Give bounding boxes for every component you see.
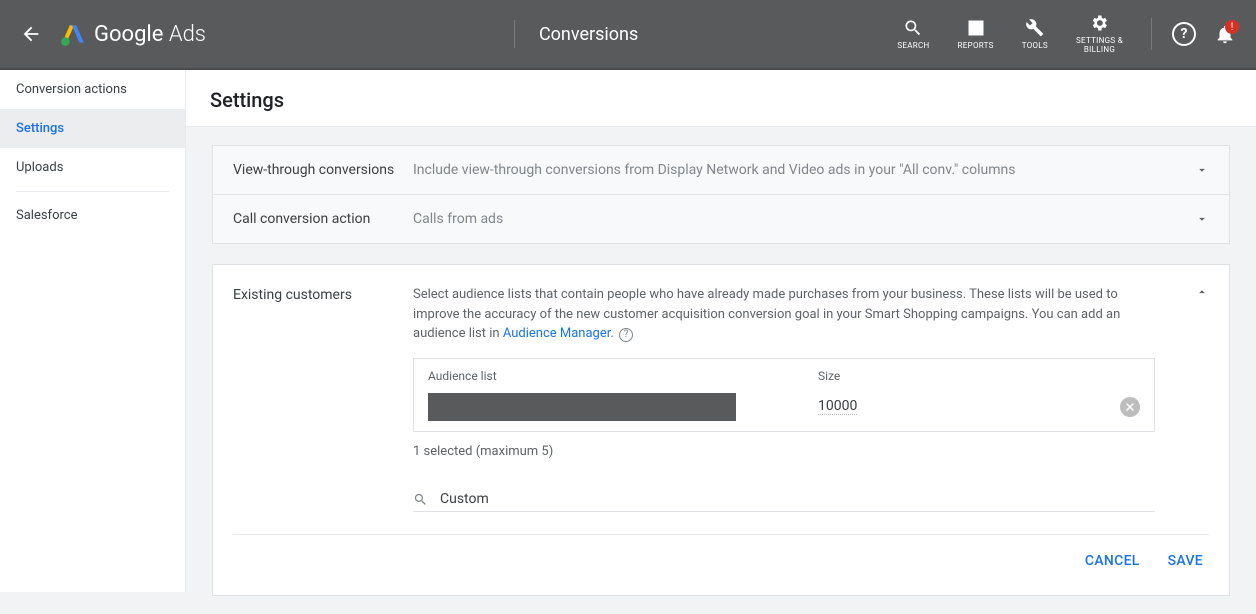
- header-tools: SEARCH REPORTS TOOLS SETTINGS & BILLING: [897, 13, 1152, 55]
- chevron-up-icon[interactable]: [1195, 285, 1209, 512]
- header-separator: [1151, 18, 1152, 50]
- audience-manager-link[interactable]: Audience Manager: [503, 326, 611, 341]
- sidebar-divider: [16, 191, 169, 192]
- audience-size-cell: 10000: [818, 396, 1120, 417]
- page-header-title: Conversions: [539, 24, 897, 45]
- audience-size-value: 10000: [818, 398, 857, 415]
- col-size: Size: [818, 367, 1140, 385]
- google-ads-logo-icon: [60, 21, 86, 47]
- tool-label: SETTINGS & BILLING: [1076, 37, 1123, 55]
- audience-list-row: 10000: [414, 391, 1154, 431]
- setting-desc: Calls from ads: [413, 211, 1195, 227]
- setting-desc: Include view-through conversions from Di…: [413, 162, 1195, 178]
- help-char: ?: [1181, 26, 1188, 42]
- setting-label: Call conversion action: [233, 211, 413, 227]
- setting-existing-customers: Existing customers Select audience lists…: [212, 264, 1230, 596]
- layout: Conversion actions Settings Uploads Sale…: [0, 70, 1256, 592]
- tool-settings-billing[interactable]: SETTINGS & BILLING: [1076, 13, 1123, 55]
- audience-list-box: Audience list Size 10000: [413, 358, 1155, 432]
- chevron-down-icon: [1195, 163, 1209, 177]
- footer-actions: CANCEL SAVE: [233, 535, 1209, 575]
- col-audience-list: Audience list: [428, 367, 818, 385]
- setting-body: Select audience lists that contain peopl…: [413, 285, 1195, 512]
- search-icon: [413, 492, 428, 507]
- audience-name-cell: [428, 393, 818, 421]
- remove-audience-button[interactable]: [1120, 397, 1140, 417]
- reports-icon: [966, 18, 986, 38]
- chevron-down-icon: [1195, 212, 1209, 226]
- help-icon[interactable]: ?: [1172, 22, 1196, 46]
- tool-reports[interactable]: REPORTS: [958, 18, 994, 51]
- sidebar: Conversion actions Settings Uploads Sale…: [0, 70, 186, 592]
- search-icon: [903, 18, 923, 38]
- bell-badge: !: [1225, 20, 1239, 34]
- selected-count: 1 selected (maximum 5): [413, 442, 1155, 462]
- tool-search[interactable]: SEARCH: [897, 18, 929, 51]
- header-right: ? !: [1172, 22, 1236, 46]
- tool-tools[interactable]: TOOLS: [1022, 18, 1048, 51]
- google-ads-logo[interactable]: Google Ads: [60, 21, 206, 47]
- setting-label: Existing customers: [233, 285, 413, 512]
- main-content: Settings View-through conversions Includ…: [186, 70, 1256, 592]
- sidebar-item-uploads[interactable]: Uploads: [0, 148, 185, 187]
- app-header: Google Ads Conversions SEARCH REPORTS TO…: [0, 0, 1256, 70]
- help-tooltip-icon[interactable]: ?: [619, 328, 633, 342]
- sidebar-item-settings[interactable]: Settings: [0, 109, 185, 148]
- audience-search-row: [413, 491, 1155, 512]
- back-arrow-icon[interactable]: [20, 23, 42, 45]
- setting-label: View-through conversions: [233, 162, 413, 178]
- content-area: View-through conversions Include view-th…: [186, 127, 1256, 614]
- setting-desc-text: .: [610, 326, 617, 341]
- sidebar-item-salesforce[interactable]: Salesforce: [0, 196, 185, 235]
- tool-label: TOOLS: [1022, 42, 1048, 51]
- gear-icon: [1089, 13, 1109, 33]
- setting-view-through-conversions[interactable]: View-through conversions Include view-th…: [212, 145, 1230, 195]
- notifications-bell[interactable]: !: [1214, 23, 1236, 45]
- cancel-button[interactable]: CANCEL: [1085, 553, 1140, 569]
- header-separator: [514, 20, 515, 48]
- save-button[interactable]: SAVE: [1168, 553, 1203, 569]
- audience-search-input[interactable]: [440, 491, 1155, 507]
- tool-label: REPORTS: [958, 42, 994, 51]
- audience-list-header: Audience list Size: [414, 359, 1154, 391]
- logo-text: Google Ads: [94, 22, 206, 47]
- tool-label: SEARCH: [897, 42, 929, 51]
- page-title: Settings: [186, 70, 1256, 127]
- setting-call-conversion-action[interactable]: Call conversion action Calls from ads: [212, 195, 1230, 244]
- sidebar-item-conversion-actions[interactable]: Conversion actions: [0, 70, 185, 109]
- redacted-audience-name: [428, 393, 736, 421]
- wrench-icon: [1025, 18, 1045, 38]
